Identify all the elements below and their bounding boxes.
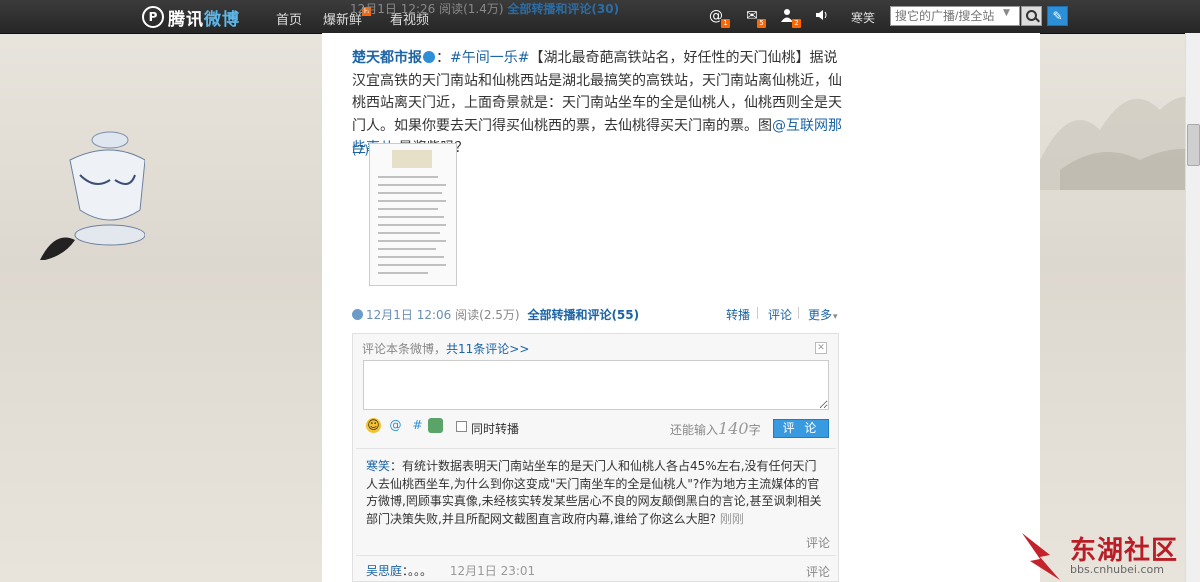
- thumbnail-text-line: [378, 232, 440, 234]
- thumbnail-map-icon: [392, 150, 432, 168]
- previous-post-all-link[interactable]: 全部转播和评论(30): [507, 2, 619, 16]
- image-upload-icon[interactable]: [428, 418, 443, 433]
- verified-icon: [423, 51, 435, 63]
- post-topic-link[interactable]: #午间一乐#: [450, 50, 529, 66]
- close-icon[interactable]: ✕: [815, 342, 827, 354]
- thumbnail-text-line: [378, 184, 446, 186]
- comment-item: 吴思庭：。。。 12月1日 23:01: [366, 562, 535, 579]
- char-remaining-count: 140: [718, 419, 749, 438]
- thumbnail-text-line: [378, 264, 446, 266]
- user-badge: 2: [792, 19, 801, 28]
- mail-badge: 5: [757, 19, 766, 28]
- thumbnail-text-line: [378, 176, 438, 178]
- at-badge: 1: [721, 19, 730, 28]
- topic-icon[interactable]: #: [410, 418, 425, 433]
- username-menu[interactable]: 寒笑: [851, 9, 875, 26]
- post-reads: 阅读(2.5万): [455, 308, 520, 322]
- post-time[interactable]: 12:06: [417, 308, 452, 322]
- char-remaining: 还能输入140字: [670, 419, 761, 438]
- comment-text: ：。。。: [402, 564, 433, 578]
- page-scrollbar[interactable]: [1185, 33, 1200, 582]
- thumbnail-text-line: [378, 192, 442, 194]
- commenter-name[interactable]: 寒笑: [366, 459, 390, 473]
- all-comments-link[interactable]: 共11条评论>>: [446, 342, 529, 356]
- comment-reply-button[interactable]: 评论: [806, 534, 830, 551]
- search-button[interactable]: [1021, 6, 1042, 26]
- more-menu-button[interactable]: 更多: [808, 306, 838, 323]
- tencent-weibo-logo[interactable]: P 腾讯 微博: [142, 5, 240, 30]
- logo-text-part2: 微博: [204, 9, 240, 30]
- comment-reply-button[interactable]: 评论: [806, 563, 830, 580]
- comment-button[interactable]: 评论: [768, 306, 792, 323]
- comment-header-prefix: 评论本条微博，: [362, 342, 447, 356]
- retweet-label: 同时转播: [471, 422, 520, 436]
- thumbnail-text-line: [378, 208, 438, 210]
- repost-button[interactable]: 转播: [726, 306, 750, 323]
- speaker-icon[interactable]: [813, 8, 831, 24]
- comment-item: 寒笑：有统计数据表明天门南站坐车的是天门人和仙桃人各占45%左右,没有任何天门人…: [366, 458, 826, 528]
- all-reposts-comments-link[interactable]: 全部转播和评论(55): [527, 308, 639, 322]
- nav-home[interactable]: 首页: [276, 9, 302, 28]
- char-remaining-prefix: 还能输入: [670, 423, 719, 437]
- previous-post-meta: 12月1日 12:26 阅读(1.4万) 全部转播和评论(30): [350, 0, 619, 17]
- comment-time: 刚刚: [719, 511, 744, 526]
- action-separator: [798, 307, 799, 319]
- post-author[interactable]: 楚天都市报: [352, 50, 422, 66]
- action-separator: [757, 307, 758, 319]
- post-date[interactable]: 12月1日: [366, 308, 413, 322]
- post-colon: ：: [436, 50, 450, 66]
- comment-time: 12月1日 23:01: [449, 564, 536, 578]
- compose-button[interactable]: ✎: [1047, 6, 1068, 26]
- char-remaining-suffix: 字: [748, 423, 761, 437]
- thumbnail-text-line: [378, 256, 444, 258]
- previous-post-time: 12月1日 12:26 阅读(1.4万): [350, 2, 504, 16]
- post-image-thumbnail[interactable]: [369, 143, 457, 286]
- thumbnail-text-line: [378, 272, 428, 274]
- thumbnail-text-line: [378, 240, 446, 242]
- mention-icon[interactable]: @: [388, 418, 403, 433]
- submit-comment-button[interactable]: 评 论: [773, 419, 829, 438]
- thumbnail-text-line: [378, 200, 446, 202]
- logo-mark-icon: P: [142, 6, 164, 28]
- comment-divider: [356, 448, 836, 449]
- scrollbar-thumb[interactable]: [1187, 124, 1200, 166]
- search-input[interactable]: [890, 6, 1020, 26]
- logo-text-part1: 腾讯: [168, 9, 204, 30]
- emoji-icon[interactable]: ☺: [366, 418, 381, 433]
- comment-input[interactable]: [363, 360, 829, 410]
- post-meta: 12月1日 12:06 阅读(2.5万) 全部转播和评论(55): [352, 306, 639, 323]
- comment-divider: [356, 555, 836, 556]
- comment-header: 评论本条微博，共11条评论>>: [362, 340, 529, 357]
- commenter-name[interactable]: 吴思庭: [366, 564, 402, 578]
- search-scope-chevron-icon[interactable]: ▼: [1003, 8, 1010, 18]
- thumbnail-text-line: [378, 248, 436, 250]
- teacup-decoration: [40, 131, 145, 260]
- mountain-decoration: [1040, 96, 1200, 190]
- retweet-checkbox[interactable]: [456, 421, 467, 432]
- watermark-url: bbs.cnhubei.com: [1070, 563, 1164, 576]
- picture-count[interactable]: (7): [352, 143, 369, 157]
- comment-text: ：有统计数据表明天门南站坐车的是天门人和仙桃人各占45%左右,没有任何天门人去仙…: [366, 459, 822, 526]
- post-body: 【湖北最奇葩高铁站名，好任性的天门仙桃】据说汉宜高铁的天门南站和仙桃西站是湖北最…: [352, 50, 842, 134]
- thumbnail-text-line: [378, 224, 446, 226]
- watermark-title: 东湖社区: [1070, 536, 1179, 566]
- globe-icon: [352, 309, 363, 320]
- thumbnail-text-line: [378, 216, 444, 218]
